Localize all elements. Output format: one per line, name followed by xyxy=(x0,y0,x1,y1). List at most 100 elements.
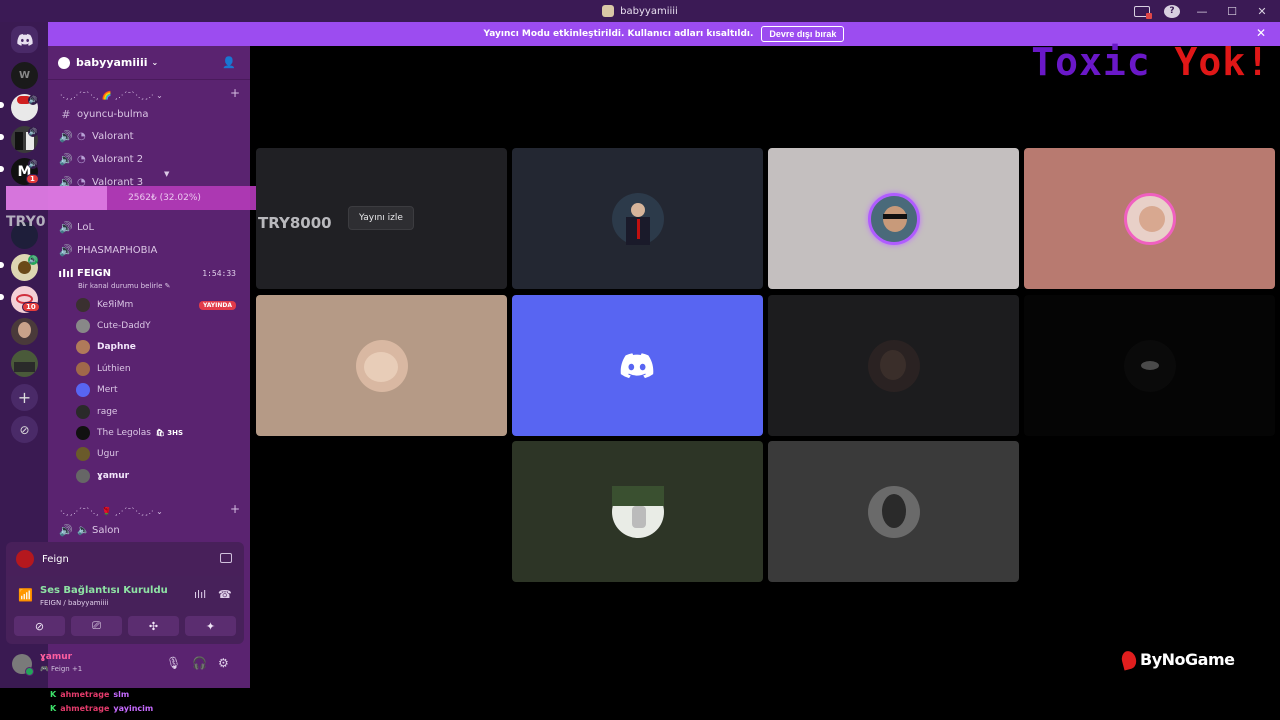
server-icon-8[interactable] xyxy=(11,318,38,345)
banner-close-icon[interactable]: ✕ xyxy=(1256,26,1266,40)
participant-tile[interactable] xyxy=(256,295,507,436)
channel-label: LoL xyxy=(77,221,95,233)
voice-channel-lol[interactable]: 🔊 LoL xyxy=(58,217,244,237)
voice-user[interactable]: ɣamur xyxy=(76,466,242,486)
chevron-down-icon: ⌄ xyxy=(151,58,159,67)
discord-home-button[interactable] xyxy=(11,26,38,53)
guild-tag: 🛍 3HS xyxy=(155,429,184,437)
voice-channel-salon[interactable]: 🔊 🔈 Salon xyxy=(58,520,244,540)
category-header[interactable]: ·.¸¸.·´¯`·.¸ 🌈 ¸.·´¯`·.¸¸.· ⌄ xyxy=(60,88,163,102)
stream-tile[interactable]: TRY8000 Yayını izle xyxy=(256,148,507,289)
activities-button[interactable]: ✣ xyxy=(128,616,179,636)
avatar-tie xyxy=(636,218,640,239)
voice-connected-icon: 🔊 xyxy=(28,255,38,265)
voice-user[interactable]: Mert xyxy=(76,380,242,400)
create-channel-icon[interactable]: + xyxy=(230,502,240,516)
avatar xyxy=(76,319,90,333)
voice-user[interactable]: Ugur xyxy=(76,444,242,464)
microphone-icon[interactable]: 🎙 xyxy=(166,656,181,670)
voice-user[interactable]: Lúthien xyxy=(76,359,242,379)
live-badge: YAYINDA xyxy=(198,300,236,310)
participant-tile[interactable] xyxy=(768,295,1019,436)
channel-label: FEIGN xyxy=(77,267,111,279)
participant-tile[interactable] xyxy=(512,295,763,436)
help-icon[interactable]: ? xyxy=(1164,4,1180,18)
maximize-button[interactable]: ☐ xyxy=(1224,5,1240,18)
speaker-icon: 🔊 xyxy=(59,152,73,166)
gear-icon[interactable]: ⚙ xyxy=(218,656,229,670)
disable-streamer-mode-button[interactable]: Devre dışı bırak xyxy=(761,26,845,42)
title-bar: babyyamiiii ? — ☐ ✕ xyxy=(0,0,1280,22)
voice-channel-valorant[interactable]: 🔊 ◔ Valorant xyxy=(58,126,244,146)
participant-tile[interactable] xyxy=(1024,148,1275,289)
game-icon: ◔ xyxy=(77,153,86,165)
voice-status[interactable]: Ses Bağlantısı Kuruldu xyxy=(40,585,168,596)
chat-message: K ahmetrage slm xyxy=(50,690,129,699)
watch-stream-button[interactable]: Yayını izle xyxy=(348,206,414,230)
avatar-face xyxy=(882,205,907,232)
participant-tile[interactable] xyxy=(512,148,763,289)
channel-status[interactable]: Bir kanal durumu belirle ✎ xyxy=(78,282,171,290)
participant-tile[interactable] xyxy=(768,148,1019,289)
voice-user[interactable]: The Legolas 🛍 3HS xyxy=(76,423,242,443)
avatar xyxy=(16,550,34,568)
noise-suppression-icon[interactable]: ılıl xyxy=(194,588,206,601)
participant-tile[interactable] xyxy=(512,441,763,582)
soundboard-button[interactable]: ✦ xyxy=(185,616,236,636)
voice-user-name: Lúthien xyxy=(97,364,131,374)
unread-dot xyxy=(0,262,4,268)
bynogame-flame-icon xyxy=(1119,648,1139,671)
headphones-icon[interactable]: 🎧 xyxy=(192,656,207,670)
server-header[interactable]: babyyamiiii ⌄ 👤 xyxy=(48,46,250,80)
participant-tile[interactable] xyxy=(1024,295,1275,436)
minimize-button[interactable]: — xyxy=(1194,5,1210,18)
category-header[interactable]: ·.¸¸.·´¯`·.¸ 🌹 ¸.·´¯`·.¸¸.· ⌄ xyxy=(60,504,163,518)
mention-badge: 1 xyxy=(26,174,39,184)
share-screen-button[interactable]: ⎚ xyxy=(71,616,122,636)
username[interactable]: ɣamur xyxy=(40,652,72,662)
avatar xyxy=(76,447,90,461)
create-channel-icon[interactable]: + xyxy=(230,86,240,100)
voice-user[interactable]: rage xyxy=(76,402,242,422)
voice-channel-valorant-2[interactable]: 🔊 ◔ Valorant 2 xyxy=(58,149,244,169)
text-channel-oyuncu-bulma[interactable]: # oyuncu-bulma xyxy=(58,104,244,124)
speaker-icon: 🔈 xyxy=(77,524,90,536)
close-button[interactable]: ✕ xyxy=(1254,5,1270,18)
kick-logo-icon: K xyxy=(50,704,57,713)
add-server-button[interactable]: + xyxy=(11,384,38,411)
server-icon-w[interactable]: W xyxy=(11,62,38,89)
voice-channel-feign[interactable]: ıIıl FEIGN 1:54:33 xyxy=(58,263,244,283)
server-badge-icon xyxy=(58,56,70,69)
channel-label: Valorant xyxy=(92,130,134,142)
screen-share-icon[interactable] xyxy=(220,553,232,563)
w-logo-icon: W xyxy=(18,70,31,81)
avatar xyxy=(76,340,90,354)
stream-name: Feign xyxy=(42,553,69,565)
invite-people-icon[interactable]: 👤 xyxy=(222,56,236,70)
brand-name: ByNoGame xyxy=(1140,650,1235,669)
avatar xyxy=(76,405,90,419)
channel-label: Salon xyxy=(92,524,120,536)
camera-off-button[interactable]: ⊘ xyxy=(14,616,65,636)
voice-user[interactable]: Daphne xyxy=(76,337,242,357)
kick-logo-icon: K xyxy=(50,690,57,699)
participant-avatar xyxy=(867,485,920,538)
avatar[interactable] xyxy=(12,654,34,676)
voice-user[interactable]: KeЯiMm YAYINDA xyxy=(76,295,242,315)
mention-badge: 10 xyxy=(22,302,40,312)
stream-preview-card[interactable]: Feign xyxy=(6,542,244,576)
server-icon-9[interactable] xyxy=(11,350,38,377)
voice-channel-phasmophobia[interactable]: 🔊 PHASMAPHOBIA xyxy=(58,240,244,260)
window-title: babyyamiiii xyxy=(620,5,678,17)
explore-servers-button[interactable]: ⊘ xyxy=(11,416,38,443)
voice-location[interactable]: FEIGN / babyyamiiii xyxy=(40,599,108,607)
screen-share-icon[interactable] xyxy=(1134,5,1152,19)
server-name: babyyamiiii xyxy=(76,56,148,69)
avatar-face xyxy=(630,202,645,217)
disconnect-icon[interactable]: ☎ xyxy=(218,588,232,601)
voice-user[interactable]: Cute-DaddY xyxy=(76,316,242,336)
voice-connection-panel: 📶 Ses Bağlantısı Kuruldu FEIGN / babyyam… xyxy=(6,576,244,644)
speaker-icon: 🔊 xyxy=(59,243,73,257)
participant-tile[interactable] xyxy=(768,441,1019,582)
signal-icon[interactable]: 📶 xyxy=(18,588,33,602)
